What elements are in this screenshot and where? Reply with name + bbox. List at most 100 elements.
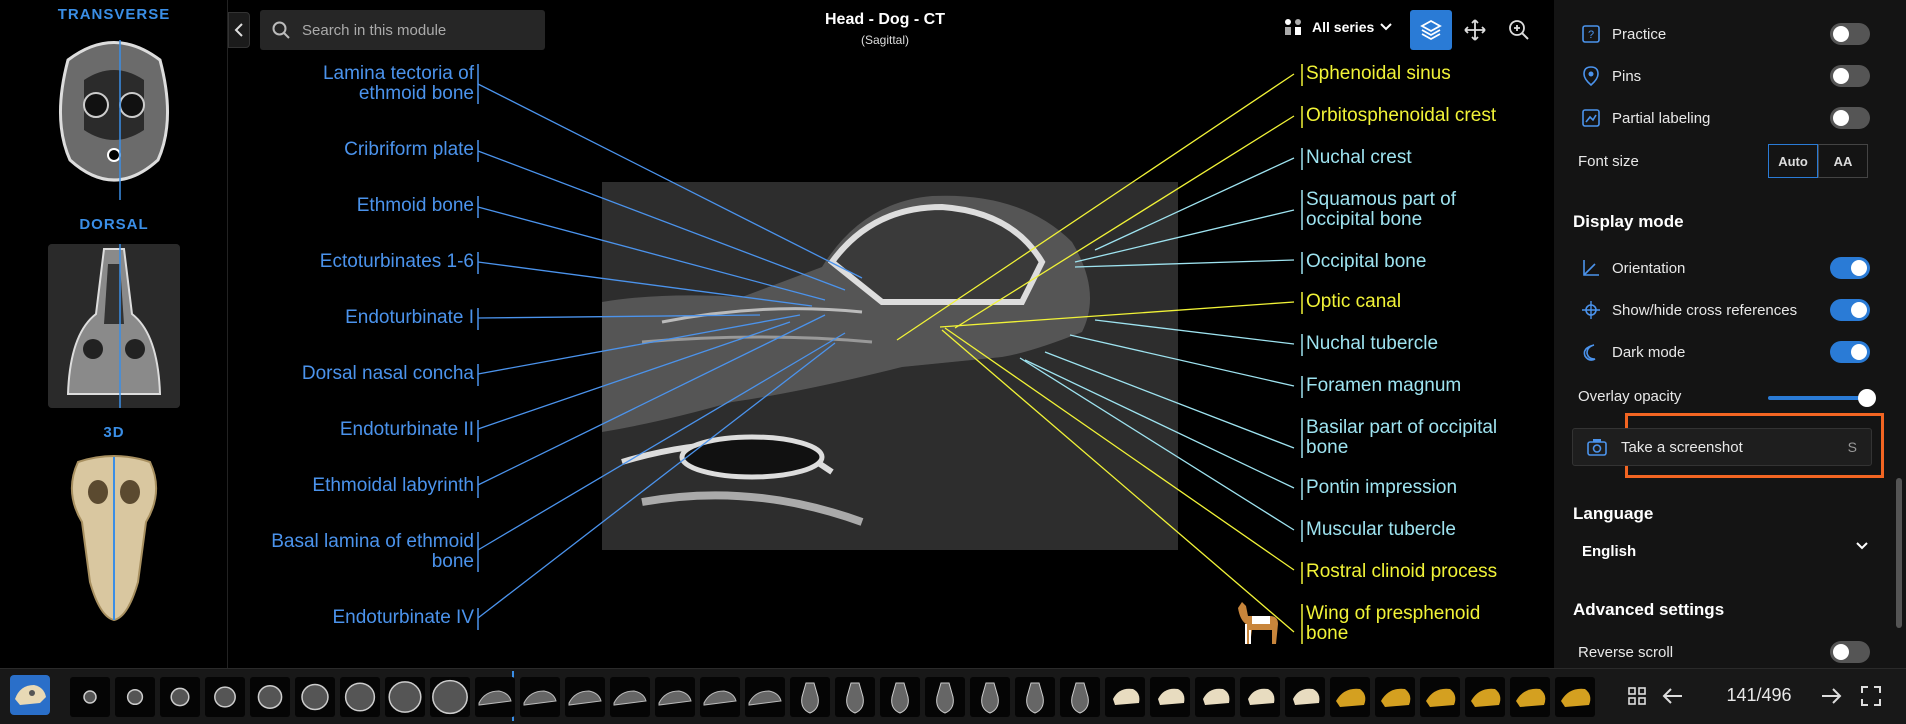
cross-references-toggle[interactable] [1830,299,1870,321]
next-button[interactable] [1818,683,1844,709]
partial-labeling-row[interactable]: Partial labeling [1554,100,1906,136]
label-basal-lamina-line2[interactable]: bone [240,552,474,572]
series-thumbnail[interactable] [1465,677,1505,717]
series-thumbnail[interactable] [1510,677,1550,717]
label-squamous-part-line1[interactable]: Squamous part of [1306,190,1456,210]
reverse-scroll-toggle[interactable] [1830,641,1870,663]
label-dorsal-nasal-concha[interactable]: Dorsal nasal concha [260,364,474,384]
series-thumbnail[interactable] [1105,677,1145,717]
overlay-opacity-slider[interactable] [1768,389,1876,407]
series-thumbnail[interactable] [1240,677,1280,717]
language-select[interactable]: English [1572,536,1878,566]
search-input[interactable] [302,21,522,39]
settings-scrollbar[interactable] [1896,478,1902,628]
label-lamina-tectoria-line1[interactable]: Lamina tectoria of [260,64,474,84]
language-value: English [1582,542,1637,560]
label-basilar-part-line1[interactable]: Basilar part of occipital [1306,418,1497,438]
series-thumbnail[interactable] [1375,677,1415,717]
series-thumbnail[interactable] [565,677,605,717]
label-endoturbinate-ii[interactable]: Endoturbinate II [260,420,474,440]
label-ethmoid-bone[interactable]: Ethmoid bone [260,196,474,216]
series-thumbnail[interactable] [925,677,965,717]
series-thumbnail[interactable] [1330,677,1370,717]
orientation-toggle[interactable] [1830,257,1870,279]
series-thumbnail[interactable] [1150,677,1190,717]
move-button[interactable] [1454,10,1496,50]
label-rostral-clinoid-process[interactable]: Rostral clinoid process [1306,562,1497,582]
series-thumbnail[interactable] [655,677,695,717]
series-thumbnail[interactable] [1420,677,1460,717]
dark-mode-row[interactable]: Dark mode [1554,334,1906,370]
series-selector-thumbnail[interactable] [10,675,50,715]
pins-toggle[interactable] [1830,65,1870,87]
series-thumbnail[interactable] [70,677,110,717]
label-pontin-impression[interactable]: Pontin impression [1306,478,1457,498]
series-thumbnail[interactable] [880,677,920,717]
series-thumbnail[interactable] [790,677,830,717]
label-orbitosphenoidal-crest[interactable]: Orbitosphenoidal crest [1306,106,1496,126]
series-thumbnail[interactable] [1195,677,1235,717]
label-sphenoidal-sinus[interactable]: Sphenoidal sinus [1306,64,1451,84]
search-box[interactable] [260,10,545,50]
series-thumbnail[interactable] [970,677,1010,717]
practice-row[interactable]: ? Practice [1554,16,1906,52]
label-basilar-part-line2[interactable]: bone [1306,438,1348,458]
series-thumbnail[interactable] [835,677,875,717]
series-thumbnail[interactable] [160,677,200,717]
zoom-button[interactable] [1498,10,1540,50]
series-thumbnail[interactable] [610,677,650,717]
series-thumbnail[interactable] [205,677,245,717]
label-lamina-tectoria-line2[interactable]: ethmoid bone [260,84,474,104]
label-foramen-magnum[interactable]: Foramen magnum [1306,376,1461,396]
label-wing-presphenoid-line2[interactable]: bone [1306,624,1348,644]
label-occipital-bone[interactable]: Occipital bone [1306,252,1426,272]
previous-button[interactable] [1660,683,1686,709]
pins-row[interactable]: Pins [1554,58,1906,94]
font-size-aa-button[interactable]: AA [1818,144,1868,178]
label-endoturbinate-iv[interactable]: Endoturbinate IV [260,608,474,628]
font-size-auto-button[interactable]: Auto [1768,144,1818,178]
series-thumbnail[interactable] [340,677,380,717]
transverse-view-thumbnail[interactable] [48,30,180,202]
series-thumbnail[interactable] [430,677,470,717]
series-thumbnail[interactable] [115,677,155,717]
orientation-row[interactable]: Orientation [1554,250,1906,286]
series-thumbnail[interactable] [295,677,335,717]
label-optic-canal[interactable]: Optic canal [1306,292,1401,312]
label-squamous-part-line2[interactable]: occipital bone [1306,210,1422,230]
label-endoturbinate-i[interactable]: Endoturbinate I [260,308,474,328]
series-thumbnail[interactable] [385,677,425,717]
cross-references-row[interactable]: Show/hide cross references [1554,292,1906,328]
label-nuchal-crest[interactable]: Nuchal crest [1306,148,1412,168]
series-thumbnail[interactable] [250,677,290,717]
ct-sagittal-image[interactable] [602,182,1178,550]
label-muscular-tubercle[interactable]: Muscular tubercle [1306,520,1456,540]
series-thumbnail[interactable] [700,677,740,717]
series-thumbnail[interactable] [1285,677,1325,717]
label-ethmoidal-labyrinth[interactable]: Ethmoidal labyrinth [260,476,474,496]
series-thumbnail[interactable] [1015,677,1055,717]
series-thumbnail[interactable] [745,677,785,717]
series-thumbnail[interactable] [520,677,560,717]
label-wing-presphenoid-line1[interactable]: Wing of presphenoid [1306,604,1480,624]
partial-labeling-toggle[interactable] [1830,107,1870,129]
take-screenshot-button[interactable]: Take a screenshot S [1572,428,1872,466]
series-thumbnail[interactable] [475,677,515,717]
layers-button[interactable] [1410,10,1452,50]
series-thumbnail[interactable] [1060,677,1100,717]
reverse-scroll-row[interactable]: Reverse scroll [1554,634,1906,670]
practice-toggle[interactable] [1830,23,1870,45]
slider-handle[interactable] [1858,389,1876,407]
series-thumbnail[interactable] [1555,677,1595,717]
3d-view-thumbnail[interactable] [48,452,180,622]
fullscreen-button[interactable] [1858,683,1884,709]
collapse-left-panel-button[interactable] [228,12,250,48]
label-ectoturbinates[interactable]: Ectoturbinates 1-6 [260,252,474,272]
dark-mode-toggle[interactable] [1830,341,1870,363]
label-nuchal-tubercle[interactable]: Nuchal tubercle [1306,334,1438,354]
label-basal-lamina-line1[interactable]: Basal lamina of ethmoid [240,532,474,552]
grid-view-button[interactable] [1624,683,1650,709]
label-cribriform-plate[interactable]: Cribriform plate [260,140,474,160]
series-selector[interactable]: All series [1282,17,1392,37]
dorsal-view-thumbnail[interactable] [48,244,180,408]
